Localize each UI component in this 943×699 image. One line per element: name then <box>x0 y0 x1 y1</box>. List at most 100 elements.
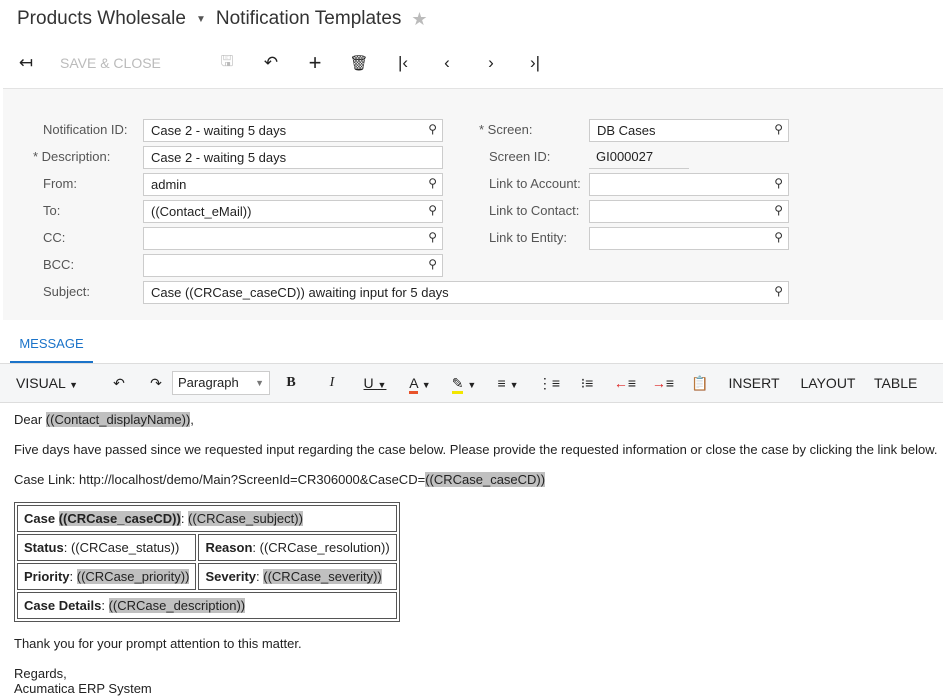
search-icon[interactable]: ⚲ <box>774 203 783 217</box>
link-account-label: Link to Account: <box>489 176 581 191</box>
search-icon[interactable]: ⚲ <box>428 176 437 190</box>
cc-label: CC: <box>43 230 66 245</box>
visual-mode-dropdown[interactable]: VISUAL ▼ <box>16 375 98 391</box>
details-label: Case Details <box>24 598 102 613</box>
search-icon[interactable]: ⚲ <box>428 257 437 271</box>
subject-field[interactable]: Case ((CRCase_caseCD)) awaiting input fo… <box>143 281 789 304</box>
placeholder-field: ((Contact_displayName)) <box>45 412 191 427</box>
message-body[interactable]: Dear ((Contact_displayName)), Five days … <box>14 412 943 696</box>
save-close-button[interactable]: SAVE & CLOSE <box>60 55 205 71</box>
layout-menu[interactable]: LAYOUT <box>790 375 866 391</box>
bcc-field[interactable]: ⚲ <box>143 254 443 277</box>
to-field[interactable]: ((Contact_eMail)) ⚲ <box>143 200 443 223</box>
priority-label: Priority <box>24 569 70 584</box>
signature-line: Acumatica ERP System <box>14 681 152 696</box>
status-cell: Status: ((CRCase_status)) <box>17 534 197 561</box>
bcc-label: BCC: <box>43 257 75 272</box>
save-icon[interactable]: 🖫 <box>205 51 249 76</box>
reason-cell: Reason: ((CRCase_resolution)) <box>198 534 397 561</box>
description-field[interactable]: Case 2 - waiting 5 days <box>143 146 443 169</box>
severity-label: Severity <box>205 569 257 584</box>
search-icon[interactable]: ⚲ <box>428 203 437 217</box>
screen-label: * Screen: <box>479 122 533 137</box>
case-link-text: Case Link: http://localhost/demo/Main?Sc… <box>14 472 426 487</box>
case-table: Case ((CRCase_caseCD)): ((CRCase_subject… <box>14 502 400 622</box>
greeting-end: , <box>190 412 194 427</box>
first-icon[interactable]: |‹ <box>381 53 425 73</box>
search-icon[interactable]: ⚲ <box>428 230 437 244</box>
placeholder-field: ((CRCase_severity)) <box>263 569 382 584</box>
description-label: * Description: <box>33 149 111 164</box>
table-menu[interactable]: TABLE <box>874 375 917 391</box>
align-icon[interactable]: ≡ ▼ <box>486 375 530 391</box>
delete-icon[interactable]: 🗑 <box>337 54 381 72</box>
underline-icon[interactable]: U ▼ <box>352 375 398 391</box>
search-icon[interactable]: ⚲ <box>774 230 783 244</box>
editor-toolbar: VISUAL ▼ ↶ ↷ Paragraph ▼ B I U ▼ A ▼ ✎ ▼ … <box>0 364 943 403</box>
company-name[interactable]: Products Wholesale <box>17 8 186 30</box>
greeting: Dear ((Contact_displayName)), <box>14 412 943 427</box>
tab-message[interactable]: MESSAGE <box>10 336 93 351</box>
paste-text-icon[interactable]: 📋 <box>682 375 718 392</box>
link-entity-label: Link to Entity: <box>489 230 568 245</box>
details-cell: Case Details: ((CRCase_description)) <box>17 592 397 619</box>
chevron-down-icon[interactable]: ▼ <box>196 14 206 25</box>
bold-icon[interactable]: B <box>270 375 312 391</box>
format-select[interactable]: Paragraph ▼ <box>172 371 270 395</box>
screen-value: DB Cases <box>597 123 656 138</box>
thanks-line: Thank you for your prompt attention to t… <box>14 636 302 651</box>
from-field[interactable]: admin ⚲ <box>143 173 443 196</box>
font-color-icon[interactable]: A ▼ <box>398 375 442 394</box>
link-entity-field[interactable]: ⚲ <box>589 227 789 250</box>
search-icon[interactable]: ⚲ <box>774 176 783 190</box>
next-icon[interactable]: › <box>469 53 513 73</box>
case-link-line: Case Link: http://localhost/demo/Main?Sc… <box>14 472 943 487</box>
subject-label: Subject: <box>43 284 90 299</box>
undo-icon[interactable]: ↶ <box>249 53 293 73</box>
star-icon[interactable]: ★ <box>411 9 427 30</box>
cc-field[interactable]: ⚲ <box>143 227 443 250</box>
search-icon[interactable]: ⚲ <box>774 122 783 136</box>
numbered-list-icon[interactable]: ⋮≡ <box>530 375 568 392</box>
notification-id-field[interactable]: Case 2 - waiting 5 days ⚲ <box>143 119 443 142</box>
case-row: Case ((CRCase_caseCD)): ((CRCase_subject… <box>17 505 397 532</box>
colon: : <box>180 511 189 526</box>
highlight-icon[interactable]: ✎ ▼ <box>442 374 486 394</box>
link-account-field[interactable]: ⚲ <box>589 173 789 196</box>
greeting-text: Dear <box>14 412 46 427</box>
subject-value: Case ((CRCase_caseCD)) awaiting input fo… <box>151 285 449 300</box>
redo-icon[interactable]: ↷ <box>140 375 172 392</box>
screen-id-label: Screen ID: <box>489 149 551 164</box>
search-icon[interactable]: ⚲ <box>774 284 783 298</box>
toolbar: ↤ SAVE & CLOSE 🖫 ↶ + 🗑 |‹ ‹ › ›| <box>14 50 557 76</box>
screen-id-value: GI000027 <box>596 149 654 164</box>
to-value: ((Contact_eMail)) <box>151 204 252 219</box>
to-label: To: <box>43 203 61 218</box>
insert-menu[interactable]: INSERT <box>718 375 790 391</box>
add-icon[interactable]: + <box>293 50 337 76</box>
placeholder-field: ((CRCase_resolution)) <box>259 540 390 555</box>
back-icon[interactable]: ↤ <box>14 53 38 73</box>
link-contact-field[interactable]: ⚲ <box>589 200 789 223</box>
previous-icon[interactable]: ‹ <box>425 53 469 73</box>
link-contact-label: Link to Contact: <box>489 203 580 218</box>
last-icon[interactable]: ›| <box>513 53 557 73</box>
description-value: Case 2 - waiting 5 days <box>151 150 287 165</box>
case-label: Case <box>24 511 59 526</box>
italic-icon[interactable]: I <box>312 375 352 391</box>
priority-cell: Priority: ((CRCase_priority)) <box>17 563 197 590</box>
indent-icon[interactable]: →≡ <box>644 375 682 391</box>
placeholder-field: ((CRCase_caseCD)) <box>425 472 546 487</box>
notification-id-value: Case 2 - waiting 5 days <box>151 123 287 138</box>
paragraph-1: Five days have passed since we requested… <box>14 442 938 457</box>
format-value: Paragraph <box>178 375 239 390</box>
outdent-icon[interactable]: ←≡ <box>606 375 644 391</box>
screen-field[interactable]: DB Cases ⚲ <box>589 119 789 142</box>
undo-icon[interactable]: ↶ <box>98 375 140 392</box>
page-header: Products Wholesale ▼ Notification Templa… <box>17 8 428 30</box>
visual-mode-label: VISUAL <box>16 375 66 391</box>
bullet-list-icon[interactable]: ⁝≡ <box>568 375 606 392</box>
placeholder-field: ((CRCase_subject)) <box>188 511 303 526</box>
search-icon[interactable]: ⚲ <box>428 122 437 136</box>
placeholder-field: ((CRCase_caseCD)) <box>58 511 181 526</box>
